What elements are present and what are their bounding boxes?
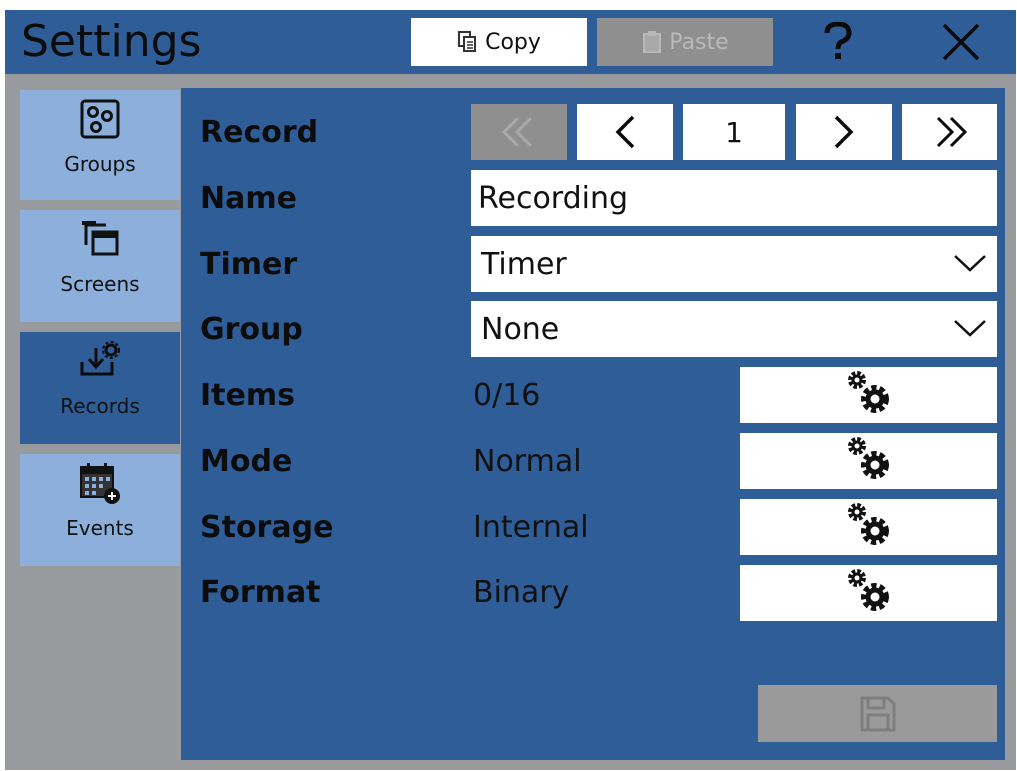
storage-value: Internal xyxy=(473,510,589,545)
last-record-button[interactable] xyxy=(902,104,997,160)
chevron-down-icon xyxy=(954,320,986,337)
double-chevron-left-icon xyxy=(501,116,533,148)
first-record-button[interactable] xyxy=(471,104,567,160)
format-label: Format xyxy=(200,575,321,610)
mode-settings-button[interactable] xyxy=(740,433,997,489)
sidebar-item-groups[interactable]: Groups xyxy=(20,90,180,200)
sidebar-item-events[interactable]: Events xyxy=(20,454,180,566)
items-settings-button[interactable] xyxy=(740,367,997,423)
copy-label: Copy xyxy=(485,29,541,55)
timer-select[interactable]: Timer xyxy=(471,236,997,292)
save-button[interactable] xyxy=(758,685,997,742)
format-value: Binary xyxy=(473,575,570,610)
format-settings-button[interactable] xyxy=(740,565,997,621)
sidebar-item-records[interactable]: Records xyxy=(20,332,180,444)
record-number[interactable]: 1 xyxy=(683,104,785,160)
storage-settings-button[interactable] xyxy=(740,499,997,555)
sidebar-item-label: Records xyxy=(60,394,140,418)
paste-icon xyxy=(643,31,662,53)
settings-window: Settings Copy Paste Groups Screens Recor… xyxy=(5,10,1016,770)
items-value: 0/16 xyxy=(473,378,541,413)
name-label: Name xyxy=(200,181,297,216)
gears-icon xyxy=(847,437,889,479)
timer-value: Timer xyxy=(481,246,567,282)
window-title: Settings xyxy=(21,16,202,67)
screens-icon xyxy=(80,216,120,262)
sidebar-item-label: Screens xyxy=(60,272,140,296)
records-icon xyxy=(78,338,122,384)
storage-label: Storage xyxy=(200,510,334,545)
save-disk-icon xyxy=(860,696,895,731)
paste-button[interactable]: Paste xyxy=(597,18,773,66)
next-record-button[interactable] xyxy=(796,104,892,160)
sidebar-item-label: Groups xyxy=(64,152,136,176)
group-select[interactable]: None xyxy=(471,301,997,357)
record-label: Record xyxy=(200,115,319,150)
help-button[interactable] xyxy=(808,16,868,68)
items-label: Items xyxy=(200,378,295,413)
close-icon xyxy=(942,23,980,61)
close-button[interactable] xyxy=(931,16,991,68)
copy-button[interactable]: Copy xyxy=(411,18,587,66)
gears-icon xyxy=(847,569,889,611)
sidebar-item-label: Events xyxy=(66,516,134,540)
previous-record-button[interactable] xyxy=(577,104,673,160)
gears-icon xyxy=(847,371,889,413)
group-label: Group xyxy=(200,312,303,347)
question-mark-icon xyxy=(824,22,852,59)
title-bar: Settings Copy Paste xyxy=(5,10,1016,74)
name-input[interactable]: Recording xyxy=(471,170,997,226)
gears-icon xyxy=(847,503,889,545)
groups-icon xyxy=(80,96,120,142)
name-value: Recording xyxy=(478,180,629,216)
chevron-right-icon xyxy=(834,115,854,149)
group-value: None xyxy=(481,311,560,347)
records-panel: Record 1 Name Recording Timer Timer Grou… xyxy=(181,88,1005,760)
double-chevron-right-icon xyxy=(936,116,967,148)
paste-label: Paste xyxy=(669,29,729,55)
events-calendar-icon xyxy=(78,460,122,506)
copy-icon xyxy=(458,31,477,52)
mode-label: Mode xyxy=(200,444,293,479)
mode-value: Normal xyxy=(473,444,582,479)
chevron-down-icon xyxy=(954,255,986,272)
chevron-left-icon xyxy=(615,115,635,149)
sidebar-item-screens[interactable]: Screens xyxy=(20,210,180,322)
timer-label: Timer xyxy=(200,247,298,282)
